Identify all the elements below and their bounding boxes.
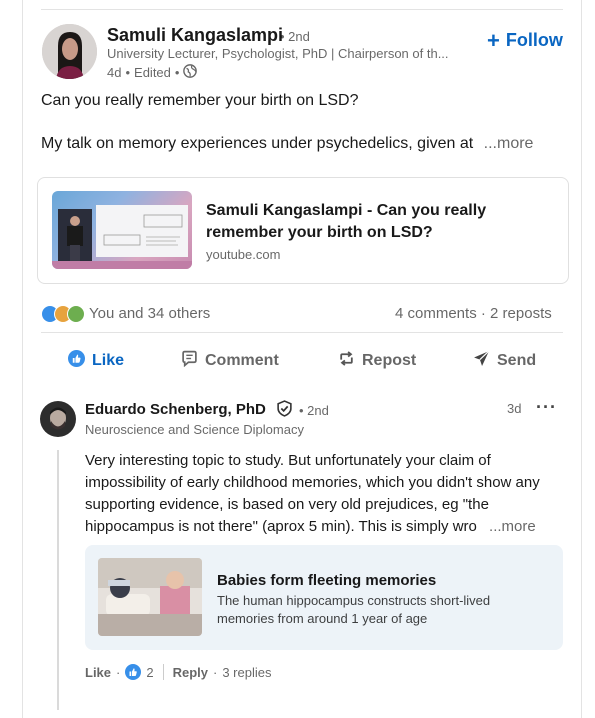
- comment-like-button[interactable]: Like: [85, 665, 111, 680]
- reaction-icons[interactable]: [41, 305, 85, 323]
- article-thumbnail[interactable]: [98, 558, 202, 636]
- connection-degree: • 2nd: [280, 29, 310, 44]
- comment-button[interactable]: Comment: [181, 350, 279, 372]
- post-meta: 4d • Edited •: [107, 64, 198, 81]
- commenter-name[interactable]: Eduardo Schenberg, PhD: [85, 401, 266, 418]
- like-button[interactable]: Like: [68, 350, 124, 372]
- edited-label: Edited: [134, 65, 171, 80]
- article-preview-card[interactable]: Babies form fleeting memories The human …: [85, 545, 563, 650]
- repost-icon: [338, 350, 355, 372]
- commenter-degree: • 2nd: [299, 403, 329, 418]
- commenter-headline: Neuroscience and Science Diplomacy: [85, 422, 304, 437]
- comment-like-count[interactable]: 2: [146, 665, 153, 680]
- link-card-title[interactable]: Samuli Kangaslampi - Can you really reme…: [206, 200, 546, 244]
- follow-label: Follow: [505, 30, 563, 50]
- comment-time: 3d: [507, 401, 522, 416]
- comments-count[interactable]: 4 comments: [395, 305, 477, 322]
- post-text-line2: My talk on memory experiences under psyc…: [41, 135, 534, 152]
- commenter-avatar[interactable]: [40, 401, 76, 437]
- replies-count[interactable]: 3 replies: [222, 665, 271, 680]
- plus-icon: +: [487, 27, 500, 53]
- author-avatar[interactable]: [42, 24, 97, 79]
- article-description: The human hippocampus constructs short-l…: [217, 593, 491, 626]
- comment-text: Very interesting topic to study. But unf…: [85, 452, 540, 535]
- more-options-icon[interactable]: ···: [536, 397, 557, 418]
- repost-button[interactable]: Repost: [338, 350, 416, 372]
- reactions-count[interactable]: You and 34 others: [89, 305, 210, 322]
- divider: [41, 332, 563, 333]
- support-reaction-icon: [67, 305, 85, 323]
- link-preview-card[interactable]: Samuli Kangaslampi - Can you really reme…: [37, 177, 569, 284]
- comment-actions: Like · 2 Reply · 3 replies: [85, 664, 272, 680]
- post-time: 4d: [107, 65, 122, 80]
- comment-icon: [181, 350, 198, 372]
- reply-button[interactable]: Reply: [173, 665, 208, 680]
- article-title[interactable]: Babies form fleeting memories: [217, 572, 436, 589]
- like-reaction-icon[interactable]: [125, 664, 142, 680]
- see-more-link[interactable]: ...more: [489, 518, 536, 535]
- comments-reposts: 4 comments · 2 reposts: [395, 305, 552, 322]
- send-button[interactable]: Send: [473, 350, 536, 372]
- reposts-count[interactable]: 2 reposts: [490, 305, 552, 322]
- post-text-line1: Can you really remember your birth on LS…: [41, 92, 359, 109]
- globe-icon: [183, 64, 198, 81]
- see-more-link[interactable]: ...more: [484, 135, 534, 152]
- follow-button[interactable]: + Follow: [487, 27, 563, 53]
- author-name[interactable]: Samuli Kangaslampi: [107, 25, 283, 46]
- send-icon: [473, 350, 490, 372]
- video-thumbnail[interactable]: [52, 191, 192, 269]
- link-card-source: youtube.com: [206, 247, 281, 262]
- verified-shield-icon: [276, 400, 293, 422]
- thumbs-up-icon: [68, 350, 85, 372]
- comment-thread-line: [57, 450, 59, 710]
- divider: [41, 9, 563, 10]
- author-headline: University Lecturer, Psychologist, PhD |…: [107, 46, 449, 61]
